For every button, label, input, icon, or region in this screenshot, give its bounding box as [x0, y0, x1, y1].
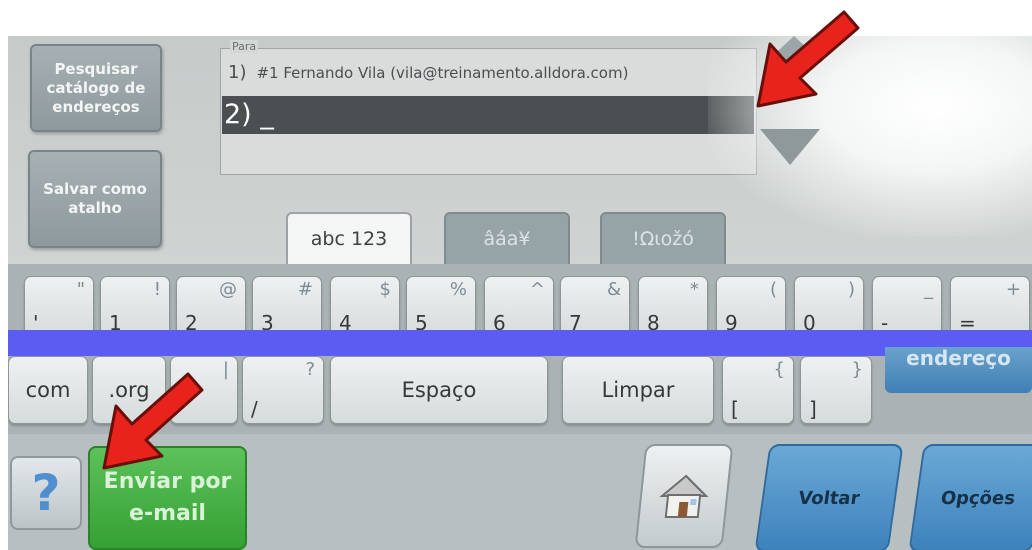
back-button[interactable]: Voltar [754, 444, 904, 550]
space-key[interactable]: Espaço [330, 356, 548, 424]
key-minus[interactable]: _ - [872, 276, 942, 338]
key-hi: % [449, 279, 467, 300]
key-bracket-close[interactable]: }] [800, 356, 872, 424]
key-hi: $ [379, 279, 391, 300]
save-as-shortcut-label: Salvar como atalho [43, 180, 147, 217]
recipient-field-label: Para [230, 40, 259, 53]
key-4[interactable]: $4 [330, 276, 400, 338]
key-hi: + [1005, 279, 1021, 300]
key-apostrophe[interactable]: " ' [24, 276, 94, 338]
key-hi: ? [305, 359, 315, 380]
key-8[interactable]: * 8 [638, 276, 708, 338]
help-button[interactable]: ? [10, 456, 82, 530]
key-hi: | [222, 359, 229, 380]
key-org-label: .org [108, 378, 150, 402]
tab-abc-123[interactable]: abc 123 [286, 212, 412, 266]
search-address-book-label: Pesquisar catálogo de endereços [46, 59, 146, 116]
send-email-button[interactable]: Enviar por e-mail [88, 446, 247, 550]
tab-accented-chars-label: âáa¥ [483, 228, 531, 250]
recipient-entry-1-number: 1) [228, 62, 247, 83]
key-com[interactable]: com [8, 356, 88, 424]
address-button-label: endereço [906, 347, 1011, 370]
tab-special-chars-label: !Ωιοžó [632, 228, 694, 250]
scroll-up-icon[interactable] [766, 36, 822, 62]
key-6[interactable]: ^ 6 [484, 276, 554, 338]
key-pipe[interactable]: | [170, 356, 238, 424]
home-icon [659, 474, 709, 518]
back-button-label: Voltar [796, 487, 862, 509]
recipient-entry-1-text: #1 Fernando Vila (vila@treinamento.alldo… [256, 64, 629, 82]
key-lo: [ [731, 397, 739, 421]
scroll-down-icon[interactable] [760, 129, 820, 165]
key-org[interactable]: .org [92, 356, 166, 424]
address-button[interactable]: endereço [885, 347, 1032, 393]
help-icon: ? [31, 464, 61, 522]
key-1[interactable]: ! 1 [100, 276, 170, 338]
key-equals[interactable]: + = [950, 276, 1030, 338]
key-lo: ] [809, 397, 817, 421]
key-hi: ( [769, 279, 777, 300]
send-email-label: Enviar por e-mail [103, 469, 232, 526]
home-button[interactable] [634, 444, 734, 548]
key-hi: & [606, 279, 621, 300]
key-hi: # [297, 279, 313, 300]
key-0[interactable]: ) 0 [794, 276, 864, 338]
key-2[interactable]: @2 [176, 276, 246, 338]
key-7[interactable]: & 7 [560, 276, 630, 338]
text-cursor: _ [260, 99, 274, 130]
key-slash[interactable]: ? / [242, 356, 324, 424]
key-lo: / [251, 397, 258, 421]
key-com-label: com [25, 378, 71, 402]
key-hi: { [773, 359, 785, 380]
key-3[interactable]: #3 [252, 276, 322, 338]
search-address-book-button[interactable]: Pesquisar catálogo de endereços [30, 44, 162, 132]
key-9[interactable]: (9 [716, 276, 786, 338]
options-button-label: Opções [939, 487, 1017, 509]
tab-accented-chars[interactable]: âáa¥ [444, 212, 570, 266]
recipient-entry-1[interactable]: 1) #1 Fernando Vila (vila@treinamento.all… [228, 62, 628, 83]
key-hi: * [690, 279, 699, 300]
key-hi: ) [847, 279, 855, 300]
options-button[interactable]: Opções [908, 444, 1032, 550]
key-hi: ! [153, 279, 161, 300]
tab-abc-123-label: abc 123 [310, 228, 388, 250]
key-hi: @ [219, 279, 237, 300]
key-5[interactable]: % 5 [406, 276, 476, 338]
key-hi: " [76, 279, 85, 300]
key-bracket-open[interactable]: {[ [722, 356, 794, 424]
key-hi: ^ [529, 279, 545, 300]
key-hi: } [851, 359, 863, 380]
recipient-entry-2[interactable]: 2) _ [222, 96, 754, 134]
printer-touchscreen: Pesquisar catálogo de endereços Salvar c… [8, 36, 1032, 550]
save-as-shortcut-button[interactable]: Salvar como atalho [28, 150, 162, 248]
clear-key-label: Limpar [601, 378, 675, 402]
recipient-entry-2-number: 2) [224, 99, 252, 130]
space-key-label: Espaço [401, 378, 477, 402]
clear-key[interactable]: Limpar [562, 356, 714, 424]
screen-glare [708, 36, 1032, 236]
key-hi: _ [924, 279, 933, 300]
highlight-band [8, 330, 1032, 356]
tab-special-chars[interactable]: !Ωιοžó [600, 212, 726, 266]
